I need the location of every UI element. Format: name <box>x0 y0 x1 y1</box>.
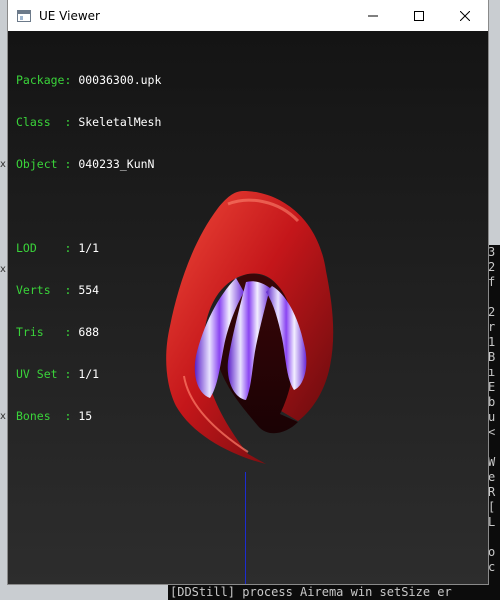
info-verts-value: 554 <box>78 283 100 297</box>
ue-viewer-window: UE Viewer Package: 00036300.upk Class: … <box>8 0 488 584</box>
minimize-button[interactable] <box>350 0 396 31</box>
background-console-line: 1 <box>488 335 496 349</box>
background-console-line: o <box>488 545 496 559</box>
background-console-line: r <box>488 320 496 334</box>
info-class-label: Class : <box>16 115 79 129</box>
desktop-mark: x <box>0 264 6 275</box>
info-bones-value: 15 <box>78 409 93 423</box>
maximize-icon <box>414 10 424 21</box>
background-console-line: b <box>488 395 496 409</box>
info-tris-value: 688 <box>78 325 100 339</box>
info-class-row: Class : SkeletalMesh <box>16 115 161 129</box>
background-console-line: ı <box>488 365 496 379</box>
background-console-line: 2 <box>488 305 496 319</box>
info-verts-label: Verts : <box>16 283 79 297</box>
info-verts-row: Verts : 554 <box>16 283 161 297</box>
background-console-line: u <box>488 410 496 424</box>
background-console-line: 2 <box>488 260 496 274</box>
background-console-line: < <box>488 425 496 439</box>
background-console-line: c <box>488 560 496 574</box>
info-class-value: SkeletalMesh <box>78 115 162 129</box>
info-tris-row: Tris : 688 <box>16 325 161 339</box>
background-console-line <box>488 440 500 455</box>
background-console-line: R <box>488 485 496 499</box>
background-console-line: e <box>488 470 496 484</box>
background-console-line <box>488 530 500 545</box>
window-title: UE Viewer <box>39 8 100 23</box>
desktop-mark: x <box>0 411 6 422</box>
skeletal-mesh-model <box>166 191 334 464</box>
info-bones-label: Bones : <box>16 409 79 423</box>
background-console-line: E <box>488 380 496 394</box>
3d-viewport[interactable]: Package: 00036300.upk Class : SkeletalMe… <box>8 31 488 584</box>
close-icon <box>460 10 470 21</box>
info-bones-row: Bones : 15 <box>16 409 161 423</box>
background-console-line: f <box>488 275 496 289</box>
window-app-icon[interactable] <box>17 9 31 22</box>
info-lod-row: LOD : 1/1 <box>16 241 161 255</box>
info-package-value: 00036300.upk <box>78 73 162 87</box>
info-uvset-row: UV Set : 1/1 <box>16 367 161 381</box>
background-console-line: W <box>488 455 496 469</box>
info-package-label: Package: <box>16 73 79 87</box>
background-console-window: 3 2 f 2 r 1 Bı Eb u < We R[Lo c <box>488 245 500 600</box>
info-object-row: Object : 040233_KunN <box>16 157 161 171</box>
mesh-info-overlay: Package: 00036300.upk Class : SkeletalMe… <box>16 45 161 451</box>
maximize-button[interactable] <box>396 0 442 31</box>
info-uvset-label: UV Set : <box>16 367 79 381</box>
background-console-line <box>488 290 500 305</box>
title-bar[interactable]: UE Viewer <box>8 0 488 31</box>
minimize-icon <box>368 15 378 16</box>
info-lod-value: 1/1 <box>78 241 100 255</box>
background-console-line: [ <box>488 500 496 514</box>
axis-indicator-line <box>245 472 246 584</box>
window-controls <box>350 0 488 31</box>
background-console-bottom-line: [DDStill] process Airema win setSize er <box>168 584 500 600</box>
desktop-mark: x <box>0 159 6 170</box>
info-object-label: Object : <box>16 157 79 171</box>
info-object-value: 040233_KunN <box>78 157 155 171</box>
background-console-line: L <box>488 515 496 529</box>
info-spacer <box>16 199 161 213</box>
info-uvset-value: 1/1 <box>78 367 100 381</box>
background-console-line: B <box>488 350 496 364</box>
background-console-line: 3 <box>488 245 496 259</box>
info-lod-label: LOD : <box>16 241 79 255</box>
info-package-row: Package: 00036300.upk <box>16 73 161 87</box>
info-tris-label: Tris : <box>16 325 79 339</box>
close-button[interactable] <box>442 0 488 31</box>
